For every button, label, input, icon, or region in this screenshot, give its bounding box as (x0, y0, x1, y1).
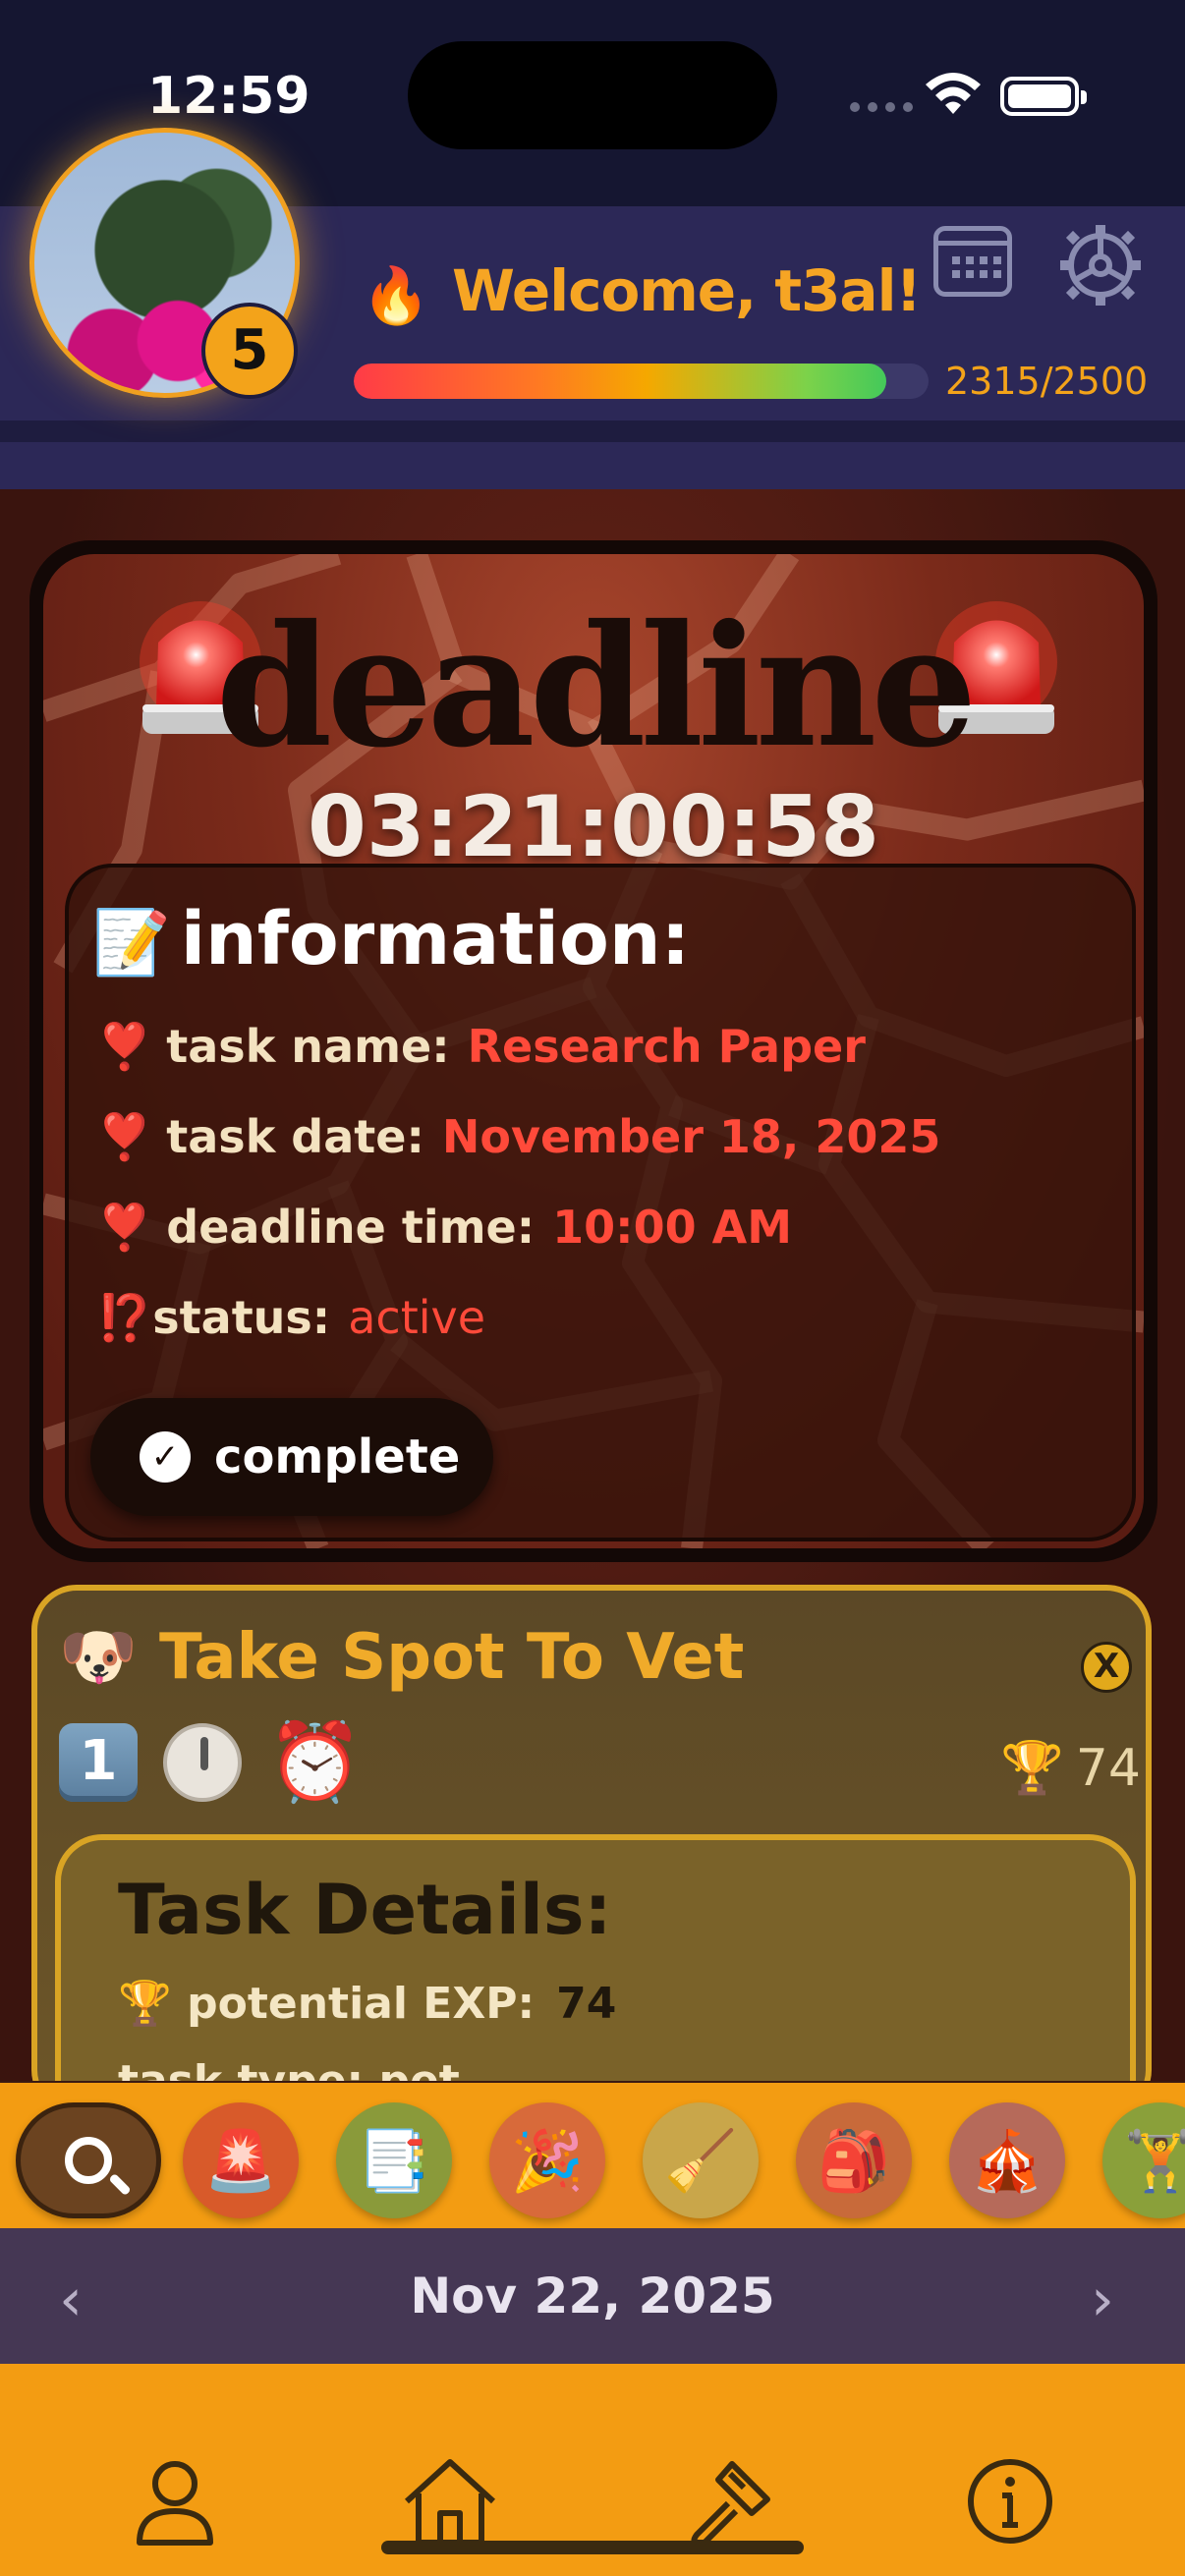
document-icon: 📑 (357, 2126, 431, 2196)
task-score-value: 74 (1075, 1739, 1141, 1798)
checkmark-icon: ✓ (140, 1431, 191, 1483)
memo-icon: 📝 (92, 907, 171, 980)
task-card[interactable]: 🐶 Take Spot To Vet X 1 ⏰ 🏆 74 Task Detail… (31, 1585, 1152, 2081)
timer-icon (163, 1723, 242, 1802)
search-icon (65, 2137, 112, 2184)
weightlifter-icon: 🏋️ (1123, 2126, 1185, 2196)
status-label: status: (152, 1291, 331, 1344)
trophy-icon: 🏆 (118, 1979, 172, 2029)
task-details-title: Task Details: (118, 1870, 612, 1950)
main-scroll-area[interactable]: deadline 03:21:00:58 📝 information: ❣️ tas… (0, 489, 1185, 2081)
calendar-button[interactable] (933, 226, 1012, 297)
complete-label: complete (214, 1429, 461, 1484)
alarm-clock-icon: ⏰ (267, 1718, 364, 1807)
task-date-row: ❣️ task date: November 18, 2025 (96, 1110, 940, 1164)
exclamation-heart-icon: ❣️ (96, 1110, 153, 1163)
header-subband (0, 442, 1185, 489)
xp-progress-bar (354, 364, 929, 399)
party-popper-icon: 🎉 (510, 2126, 585, 2196)
potential-exp-label: potential EXP: (187, 1979, 536, 2029)
info-icon[interactable] (963, 2454, 1057, 2548)
status-row: ⁉️status: active (96, 1291, 485, 1345)
dog-icon: 🐶 (59, 1621, 138, 1694)
task-details-panel: Task Details: 🏆 potential EXP: 74 task ty… (55, 1834, 1136, 2081)
category-strip[interactable]: 🚨 📑 🎉 🧹 🎒 🎪 🏋️ (0, 2083, 1185, 2228)
header-divider (0, 420, 1185, 442)
information-panel: 📝 information: ❣️ task name: Research Paper… (65, 864, 1136, 1541)
broom-icon: 🧹 (663, 2126, 738, 2196)
battery-tip (1081, 90, 1087, 104)
category-documents[interactable]: 📑 (336, 2102, 452, 2218)
backpack-icon: 🎒 (817, 2126, 891, 2196)
close-button[interactable]: X (1081, 1642, 1132, 1693)
task-icon-row: 1 ⏰ (59, 1723, 363, 1802)
priority-keycap-icon: 1 (59, 1723, 138, 1802)
cellular-signal-icon (850, 102, 913, 112)
information-heading-text: information: (180, 897, 691, 981)
exclamation-heart-icon: ❣️ (96, 1201, 153, 1254)
trophy-icon: 🏆 (1000, 1739, 1064, 1798)
wifi-icon (926, 73, 981, 114)
search-button[interactable] (16, 2102, 161, 2218)
task-title: 🐶 Take Spot To Vet (59, 1620, 744, 1694)
deadline-card: deadline 03:21:00:58 📝 information: ❣️ tas… (29, 540, 1157, 1562)
chevron-right-icon[interactable]: › (1091, 2266, 1114, 2334)
xp-progress-fill (354, 364, 886, 399)
task-type-row: task type: pet (118, 2056, 460, 2081)
task-date-label: task date: (166, 1110, 424, 1163)
category-events[interactable]: 🎪 (949, 2102, 1065, 2218)
interrobang-icon: ⁉️ (96, 1291, 153, 1344)
battery-icon (1000, 77, 1079, 116)
home-indicator (381, 2541, 804, 2554)
category-chores[interactable]: 🧹 (643, 2102, 759, 2218)
level-badge: 5 (201, 303, 298, 399)
deadline-title: deadline (215, 588, 978, 785)
deadline-time-row: ❣️ deadline time: 10:00 AM (96, 1201, 792, 1255)
information-heading: 📝 information: (92, 897, 690, 981)
flame-icon: 🔥 (362, 264, 430, 328)
current-date[interactable]: Nov 22, 2025 (0, 2268, 1185, 2324)
deadline-time-label: deadline time: (166, 1201, 536, 1254)
dynamic-island (408, 41, 777, 149)
settings-gear-icon[interactable] (1056, 221, 1145, 309)
profile-icon[interactable] (128, 2454, 222, 2548)
deadline-time-value: 10:00 AM (552, 1201, 792, 1254)
status-time: 12:59 (147, 67, 310, 126)
circus-tent-icon: 🎪 (970, 2126, 1044, 2196)
paintbrush-icon[interactable] (683, 2454, 777, 2548)
complete-button[interactable]: ✓ complete (90, 1398, 493, 1516)
countdown-timer: 03:21:00:58 (308, 778, 879, 876)
calendar-icon (952, 256, 1001, 278)
siren-icon: 🚨 (203, 2126, 278, 2196)
status-value: active (348, 1291, 486, 1344)
task-score: 🏆 74 (1000, 1738, 1141, 1798)
welcome-text: Welcome, t3al! (452, 257, 922, 324)
task-name-row: ❣️ task name: Research Paper (96, 1020, 866, 1074)
task-name-value: Research Paper (467, 1020, 866, 1073)
potential-exp-row: 🏆 potential EXP: 74 (118, 1978, 616, 2029)
task-title-text: Take Spot To Vet (158, 1621, 745, 1694)
category-deadline[interactable]: 🚨 (183, 2102, 299, 2218)
date-navigator: ‹ Nov 22, 2025 › (0, 2228, 1185, 2364)
home-icon[interactable] (403, 2454, 497, 2548)
category-school[interactable]: 🎒 (796, 2102, 912, 2218)
task-name-label: task name: (166, 1020, 450, 1073)
category-party[interactable]: 🎉 (489, 2102, 605, 2218)
exclamation-heart-icon: ❣️ (96, 1020, 153, 1073)
task-date-value: November 18, 2025 (441, 1110, 941, 1163)
xp-text: 2315/2500 (945, 360, 1149, 403)
potential-exp-value: 74 (556, 1979, 617, 2029)
category-fitness[interactable]: 🏋️ (1102, 2102, 1185, 2218)
